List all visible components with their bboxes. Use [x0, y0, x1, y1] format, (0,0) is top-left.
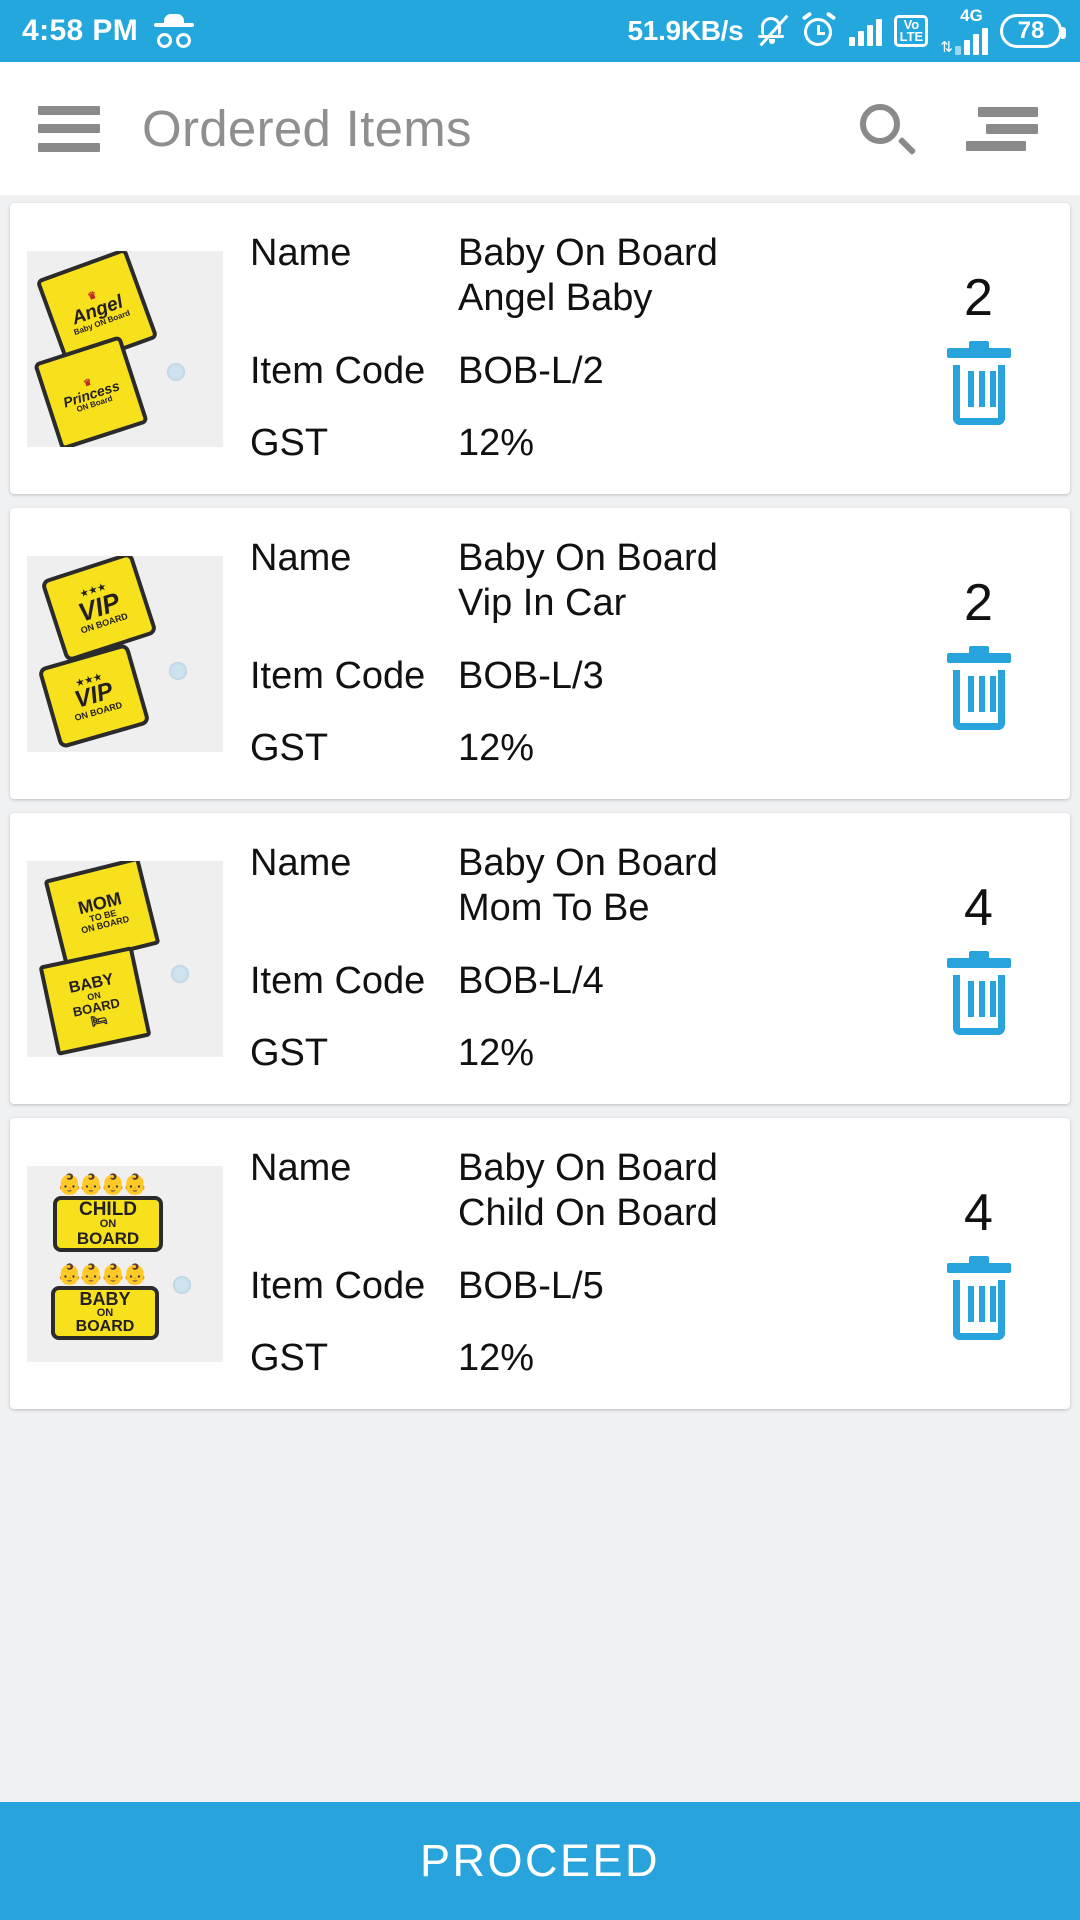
item-code-label: Item Code [250, 654, 426, 697]
product-thumbnail-wrapper: ♛ Angel Baby ON Board ♛ Princess ON Boar… [10, 250, 240, 447]
item-code-row: Item Code BOB-L/3 [250, 654, 895, 699]
network-speed: 51.9KB/s [627, 15, 744, 46]
signal-bars-secondary-icon [955, 25, 988, 55]
trash-icon[interactable] [943, 645, 1015, 731]
status-bar-left: 4:58 PM [22, 14, 195, 48]
name-label: Name [250, 841, 352, 884]
item-code-label: Item Code [250, 1264, 426, 1307]
item-code-label: Item Code [250, 959, 426, 1002]
search-icon[interactable] [858, 102, 917, 156]
gst-label: GST [250, 1032, 329, 1075]
name-label: Name [250, 536, 352, 579]
product-name: Baby On Board Angel Baby [458, 231, 718, 319]
proceed-button[interactable]: PROCEED [0, 1802, 1080, 1920]
volte-icon: Vo LTE [894, 15, 929, 47]
status-bar-right: 51.9KB/s Vo LTE ⇅ 4G 78 [627, 7, 1066, 55]
trash-icon[interactable] [943, 1255, 1015, 1341]
product-image: MOM TO BE ON BOARD BABY ON BOARD 🛏 [27, 860, 223, 1057]
quantity-value: 4 [964, 1183, 993, 1242]
data-arrows-icon: ⇅ [940, 39, 953, 56]
product-name: Baby On Board Mom To Be [458, 841, 718, 929]
quantity-and-delete: 4 [895, 1187, 1070, 1341]
quantity-and-delete: 2 [895, 577, 1070, 731]
quantity-and-delete: 4 [895, 882, 1070, 1036]
gst-label: GST [250, 727, 329, 770]
product-name: Baby On Board Vip In Car [458, 536, 718, 624]
volte-bottom-text: LTE [899, 29, 924, 44]
gst-value: 12% [458, 422, 535, 465]
status-bar: 4:58 PM 51.9KB/s Vo LTE ⇅ 4G 78 [0, 0, 1080, 62]
quantity-and-delete: 2 [895, 272, 1070, 426]
gst-value: 12% [458, 1337, 535, 1380]
order-item-details: Name Baby On Board Mom To Be Item Code B… [240, 841, 895, 1076]
order-item-details: Name Baby On Board Angel Baby Item Code … [240, 231, 895, 466]
item-code-value: BOB-L/3 [458, 654, 604, 697]
product-image: ♛ Angel Baby ON Board ♛ Princess ON Boar… [27, 250, 223, 447]
trash-icon[interactable] [943, 340, 1015, 426]
product-thumbnail-wrapper: MOM TO BE ON BOARD BABY ON BOARD 🛏 [10, 860, 240, 1057]
product-thumbnail-wrapper: ★★★ VIP ON BOARD ★★★ VIP ON BOARD [10, 555, 240, 752]
name-row: Name Baby On Board Mom To Be [250, 841, 895, 931]
product-thumbnail-wrapper: 👶👶👶👶 CHILD ON BOARD 👶👶👶👶 BABY ON BOARD [10, 1165, 240, 1362]
order-item-card[interactable]: MOM TO BE ON BOARD BABY ON BOARD 🛏 Name [10, 813, 1070, 1104]
name-row: Name Baby On Board Child On Board [250, 1146, 895, 1236]
order-item-card[interactable]: ★★★ VIP ON BOARD ★★★ VIP ON BOARD Name B… [10, 508, 1070, 799]
item-code-row: Item Code BOB-L/5 [250, 1264, 895, 1309]
gst-value: 12% [458, 1032, 535, 1075]
app-bar: Ordered Items [0, 62, 1080, 195]
name-label: Name [250, 1146, 352, 1189]
gst-value: 12% [458, 727, 535, 770]
product-name: Baby On Board Child On Board [458, 1146, 718, 1234]
product-image: 👶👶👶👶 CHILD ON BOARD 👶👶👶👶 BABY ON BOARD [27, 1165, 223, 1362]
item-code-value: BOB-L/5 [458, 1264, 604, 1307]
sort-icon[interactable] [966, 106, 1038, 151]
mobile-data-icon: ⇅ 4G [940, 7, 988, 55]
battery-level: 78 [1017, 17, 1045, 44]
bell-mute-icon [755, 13, 789, 49]
gst-row: GST 12% [250, 1031, 895, 1076]
order-item-details: Name Baby On Board Child On Board Item C… [240, 1146, 895, 1381]
gst-row: GST 12% [250, 726, 895, 771]
ordered-items-list[interactable]: ♛ Angel Baby ON Board ♛ Princess ON Boar… [0, 195, 1080, 1802]
battery-indicator: 78 [1000, 14, 1066, 48]
gst-row: GST 12% [250, 1336, 895, 1381]
quantity-value: 2 [964, 573, 993, 632]
product-image: ★★★ VIP ON BOARD ★★★ VIP ON BOARD [27, 555, 223, 752]
order-item-details: Name Baby On Board Vip In Car Item Code … [240, 536, 895, 771]
gst-label: GST [250, 422, 329, 465]
app-bar-actions [858, 102, 1038, 156]
network-type-label: 4G [960, 6, 983, 25]
gst-row: GST 12% [250, 421, 895, 466]
quantity-value: 2 [964, 268, 993, 327]
alarm-clock-icon [801, 11, 837, 49]
item-code-value: BOB-L/2 [458, 349, 604, 392]
hamburger-menu-icon[interactable] [38, 105, 100, 152]
app-screen: 4:58 PM 51.9KB/s Vo LTE ⇅ 4G 78 Ordered … [0, 0, 1080, 1920]
quantity-value: 4 [964, 878, 993, 937]
trash-icon[interactable] [943, 950, 1015, 1036]
signal-bars-icon [849, 16, 883, 46]
page-title: Ordered Items [142, 100, 472, 157]
name-row: Name Baby On Board Angel Baby [250, 231, 895, 321]
order-item-card[interactable]: ♛ Angel Baby ON Board ♛ Princess ON Boar… [10, 203, 1070, 494]
order-item-card[interactable]: 👶👶👶👶 CHILD ON BOARD 👶👶👶👶 BABY ON BOARD N… [10, 1118, 1070, 1409]
status-time: 4:58 PM [22, 14, 139, 47]
incognito-icon [154, 14, 195, 48]
name-label: Name [250, 231, 352, 274]
item-code-label: Item Code [250, 349, 426, 392]
item-code-row: Item Code BOB-L/2 [250, 349, 895, 394]
item-code-value: BOB-L/4 [458, 959, 604, 1002]
name-row: Name Baby On Board Vip In Car [250, 536, 895, 626]
item-code-row: Item Code BOB-L/4 [250, 959, 895, 1004]
gst-label: GST [250, 1337, 329, 1380]
